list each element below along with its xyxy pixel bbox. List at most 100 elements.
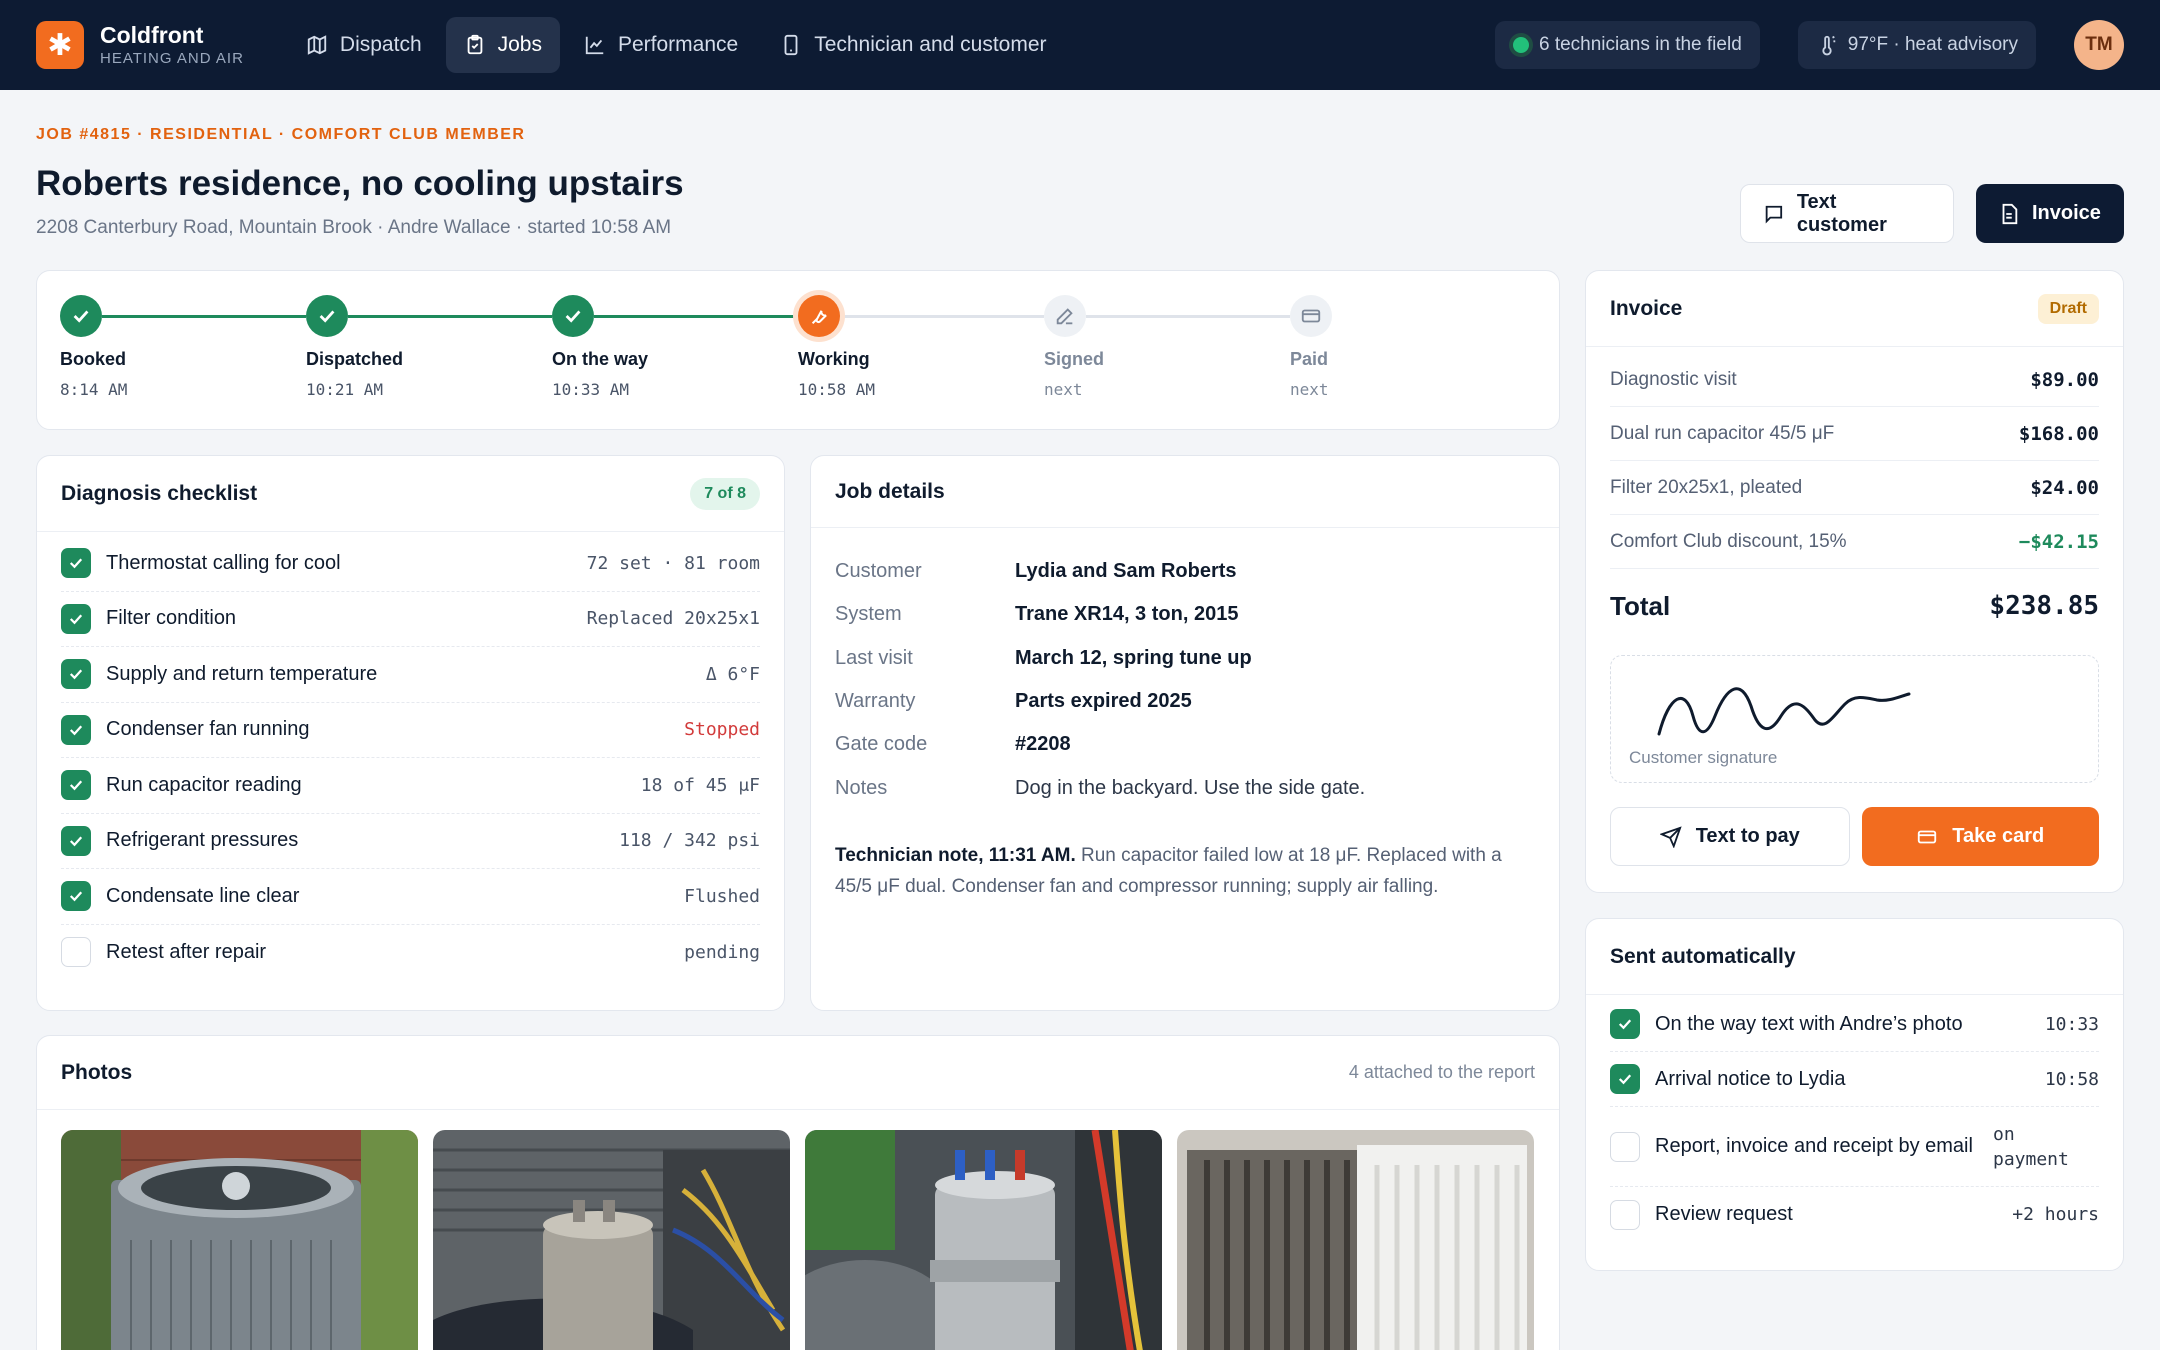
automation-time: on payment <box>1993 1123 2069 1170</box>
card-title: Invoice <box>1610 296 1683 320</box>
step-label: Booked <box>60 349 127 369</box>
photo-new-capacitor[interactable] <box>805 1130 1162 1350</box>
checkbox-checked-icon[interactable] <box>1610 1064 1640 1094</box>
checklist-item[interactable]: Retest after repair pending <box>61 925 760 981</box>
checklist-item[interactable]: Supply and return temperature Δ 6°F <box>61 647 760 703</box>
detail-value: Trane XR14, 3 ton, 2015 <box>1015 603 1239 626</box>
automation-item[interactable]: Review request +2 hours <box>1610 1187 2099 1242</box>
technician-note-lead: Technician note, 11:31 AM. <box>835 844 1076 866</box>
detail-value: Parts expired 2025 <box>1015 690 1192 713</box>
card-title: Diagnosis checklist <box>61 481 258 505</box>
photo-failed-capacitor[interactable] <box>433 1130 790 1350</box>
detail-value: March 12, spring tune up <box>1015 646 1252 669</box>
map-icon <box>307 35 327 55</box>
checkbox-checked-icon[interactable] <box>61 659 91 690</box>
phone-icon <box>784 34 798 56</box>
step-label: Paid <box>1290 349 1329 369</box>
checklist-label: Filter condition <box>106 607 237 630</box>
invoice-button[interactable]: Invoice <box>1976 184 2124 243</box>
checkbox-empty-icon[interactable] <box>1610 1199 1640 1230</box>
checklist-label: Condensate line clear <box>106 884 300 907</box>
photo-condenser-unit[interactable] <box>61 1130 418 1350</box>
text-customer-button[interactable]: Text customer <box>1740 184 1954 243</box>
detail-key: Warranty <box>835 690 916 713</box>
step-label: Signed <box>1044 349 1105 369</box>
checkbox-checked-icon[interactable] <box>61 603 91 634</box>
line-amount: $24.00 <box>2030 476 2099 499</box>
page-subtitle: 2208 Canterbury Road, Mountain Brook · A… <box>36 217 672 238</box>
line-amount-discount: −$42.15 <box>2018 530 2099 553</box>
text-to-pay-label: Text to pay <box>1695 825 1800 847</box>
weather-status[interactable]: 97°F · heat advisory <box>1797 21 2036 69</box>
invoice-label: Invoice <box>2032 202 2101 224</box>
checklist-item[interactable]: Refrigerant pressures 118 / 342 psi <box>61 814 760 869</box>
card-icon <box>1918 830 1937 843</box>
checkbox-checked-icon[interactable] <box>61 825 91 856</box>
progress-connector <box>594 315 798 318</box>
checklist-item[interactable]: Condensate line clear Flushed <box>61 869 760 925</box>
photos-count: 4 attached to the report <box>1348 1062 1535 1082</box>
step-time: 10:21 AM <box>306 380 384 399</box>
invoice-line[interactable]: Comfort Club discount, 15% −$42.15 <box>1610 515 2099 569</box>
checkbox-checked-icon[interactable] <box>61 770 91 801</box>
step-time: next <box>1290 380 1329 399</box>
checkbox-checked-icon[interactable] <box>61 714 91 745</box>
invoice-line[interactable]: Dual run capacitor 45/5 μF $168.00 <box>1610 407 2099 461</box>
checklist-item[interactable]: Filter condition Replaced 20x25x1 <box>61 592 760 647</box>
total-label: Total <box>1610 590 1671 621</box>
snowflake-icon[interactable]: ✱ <box>36 21 84 69</box>
nav-technician-customer[interactable]: Technician and customer <box>762 17 1064 73</box>
line-label: Comfort Club discount, 15% <box>1610 530 1847 552</box>
checkbox-checked-icon[interactable] <box>1610 1009 1640 1039</box>
take-card-button[interactable]: Take card <box>1861 807 2099 866</box>
check-icon <box>552 295 594 337</box>
invoice-line[interactable]: Filter 20x25x1, pleated $24.00 <box>1610 461 2099 515</box>
checklist-label: Refrigerant pressures <box>106 829 299 852</box>
checkbox-empty-icon[interactable] <box>61 937 91 968</box>
card-title: Job details <box>835 479 945 503</box>
invoice-card: Invoice Draft Diagnostic visit $89.00 Dua… <box>1585 270 2124 893</box>
brand: Coldfront HEATING AND AIR <box>100 22 244 68</box>
checklist-item[interactable]: Run capacitor reading 18 of 45 μF <box>61 758 760 814</box>
job-eyebrow: JOB #4815 · RESIDENTIAL · COMFORT CLUB M… <box>36 126 526 143</box>
nav-dispatch[interactable]: Dispatch <box>288 17 440 73</box>
automation-item[interactable]: Report, invoice and receipt by email on … <box>1610 1107 2099 1187</box>
field-status[interactable]: 6 technicians in the field <box>1494 21 1760 69</box>
message-icon <box>1765 205 1783 223</box>
avatar[interactable]: TM <box>2074 20 2124 70</box>
checklist-item[interactable]: Thermostat calling for cool 72 set · 81 … <box>61 536 760 592</box>
nav-jobs[interactable]: Jobs <box>445 17 560 73</box>
chart-icon <box>585 36 604 55</box>
checklist-label: Supply and return temperature <box>106 662 378 685</box>
signature-pad[interactable]: Customer signature <box>1610 655 2099 783</box>
checkbox-checked-icon[interactable] <box>61 548 91 579</box>
automation-time: 10:58 <box>2044 1068 2099 1090</box>
progress-connector <box>840 315 1044 318</box>
photo-air-filters[interactable] <box>1177 1130 1534 1350</box>
automation-time: +2 hours <box>2012 1204 2099 1225</box>
invoice-line[interactable]: Diagnostic visit $89.00 <box>1610 353 2099 407</box>
automation-label: Arrival notice to Lydia <box>1655 1067 1846 1090</box>
automation-item[interactable]: On the way text with Andre’s photo 10:33 <box>1610 997 2099 1052</box>
text-to-pay-button[interactable]: Text to pay <box>1610 807 1850 866</box>
step-label: On the way <box>552 349 649 369</box>
checkbox-empty-icon[interactable] <box>1610 1131 1640 1162</box>
automation-item[interactable]: Arrival notice to Lydia 10:58 <box>1610 1052 2099 1107</box>
nav-performance[interactable]: Performance <box>566 17 756 73</box>
sent-automatically-card: Sent automatically On the way text with … <box>1585 918 2124 1271</box>
top-bar: ✱ Coldfront HEATING AND AIR Dispatch Job… <box>0 0 2160 90</box>
check-icon <box>306 295 348 337</box>
take-card-label: Take card <box>1952 825 2045 847</box>
nav-label: Technician and customer <box>814 33 1047 56</box>
detail-key: Gate code <box>835 733 928 756</box>
checklist-item[interactable]: Condenser fan running Stopped <box>61 703 760 758</box>
line-label: Diagnostic visit <box>1610 368 1737 390</box>
checklist-value: 72 set · 81 room <box>586 552 760 574</box>
line-label: Dual run capacitor 45/5 μF <box>1610 422 1835 444</box>
technician-note: Technician note, 11:31 AM. Run capacitor… <box>835 840 1535 902</box>
field-status-text: 6 technicians in the field <box>1538 34 1742 55</box>
detail-row: Warranty Parts expired 2025 <box>835 680 1535 723</box>
check-icon <box>60 295 102 337</box>
checkbox-checked-icon[interactable] <box>61 881 91 912</box>
weather-text: 97°F · heat advisory <box>1847 34 2018 55</box>
